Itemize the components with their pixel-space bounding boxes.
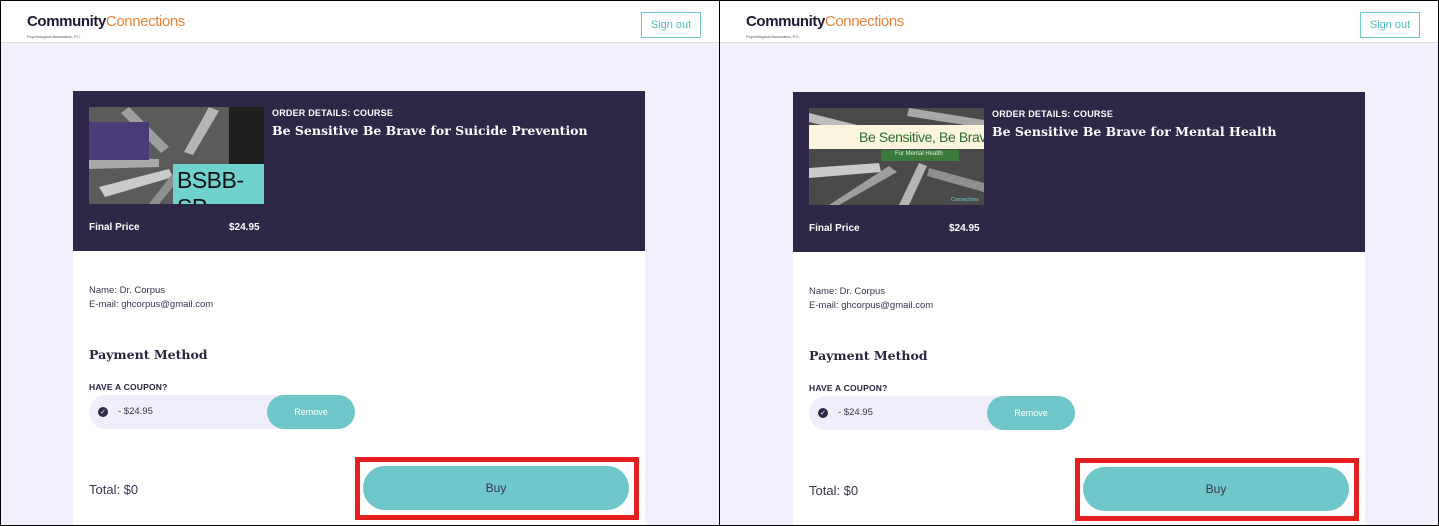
order-details-header: Be Sensitive, Be Brav For Mental Health … — [793, 92, 1365, 252]
top-bar: CommunityConnections Psychological Assoc… — [720, 1, 1438, 43]
logo-connections: Connections — [105, 13, 185, 30]
top-bar: CommunityConnections Psychological Assoc… — [1, 1, 719, 43]
customer-email: E-mail: ghcorpus@gmail.com — [89, 299, 214, 310]
customer-info: Name: Dr. Corpus E-mail: ghcorpus@gmail.… — [89, 284, 213, 312]
final-price-label: Final Price — [89, 222, 140, 233]
payment-method-title: Payment Method — [89, 347, 208, 362]
discount-amount: - $24.95 — [838, 407, 873, 418]
final-price-label: Final Price — [809, 223, 860, 234]
payment-method-title: Payment Method — [809, 348, 928, 363]
coupon-label: HAVE A COUPON? — [809, 383, 888, 393]
coupon-applied: ✓ - $24.95 Remove — [89, 395, 355, 429]
check-circle-icon: ✓ — [818, 408, 828, 418]
coupon-applied: ✓ - $24.95 Remove — [809, 396, 1075, 430]
logo-connections: Connections — [824, 13, 904, 30]
thumbnail-title: Be Sensitive, Be Brav — [859, 129, 984, 145]
buy-button[interactable]: Buy — [363, 466, 629, 510]
thumbnail-label: BSBB-SP — [177, 167, 244, 204]
discount-amount: - $24.95 — [118, 406, 153, 417]
thumbnail-corner: Connections — [951, 197, 979, 203]
course-title: Be Sensitive Be Brave for Mental Health — [992, 124, 1277, 139]
order-details-label: ORDER DETAILS: COURSE — [272, 108, 394, 118]
customer-email: E-mail: ghcorpus@gmail.com — [809, 300, 934, 311]
customer-name: Name: Dr. Corpus — [89, 285, 166, 296]
final-price-value: $24.95 — [229, 222, 260, 233]
thumbnail-subtitle: For Mental Health — [895, 151, 943, 157]
sign-out-button[interactable]: Sign out — [641, 12, 701, 38]
order-card: Be Sensitive, Be Brav For Mental Health … — [793, 92, 1365, 525]
customer-info: Name: Dr. Corpus E-mail: ghcorpus@gmail.… — [809, 285, 933, 313]
sign-out-button[interactable]: Sign out — [1360, 12, 1420, 38]
checkout-panel-right: CommunityConnections Psychological Assoc… — [719, 0, 1439, 526]
logo-community: Community — [27, 13, 106, 30]
coupon-label: HAVE A COUPON? — [89, 382, 168, 392]
course-thumbnail: Be Sensitive, Be Brav For Mental Health … — [809, 108, 984, 205]
course-thumbnail: BSBB-SP — [89, 107, 264, 204]
buy-button[interactable]: Buy — [1083, 467, 1349, 511]
logo-subtitle: Psychological Associates, P.C. — [27, 34, 82, 39]
logo[interactable]: CommunityConnections Psychological Assoc… — [746, 13, 904, 40]
check-circle-icon: ✓ — [98, 407, 108, 417]
final-price-value: $24.95 — [949, 223, 980, 234]
remove-coupon-button[interactable]: Remove — [987, 396, 1075, 430]
logo-community: Community — [746, 13, 825, 30]
customer-name: Name: Dr. Corpus — [809, 286, 886, 297]
checkout-panel-left: CommunityConnections Psychological Assoc… — [0, 0, 720, 526]
order-details-header: BSBB-SP ORDER DETAILS: COURSE Be Sensiti… — [73, 91, 645, 251]
order-card: BSBB-SP ORDER DETAILS: COURSE Be Sensiti… — [73, 91, 645, 525]
logo-subtitle: Psychological Associates, P.C. — [746, 34, 801, 39]
order-details-label: ORDER DETAILS: COURSE — [992, 109, 1114, 119]
order-total: Total: $0 — [809, 483, 859, 498]
order-total: Total: $0 — [89, 482, 139, 497]
logo[interactable]: CommunityConnections Psychological Assoc… — [27, 13, 185, 40]
remove-coupon-button[interactable]: Remove — [267, 395, 355, 429]
course-title: Be Sensitive Be Brave for Suicide Preven… — [272, 123, 588, 138]
